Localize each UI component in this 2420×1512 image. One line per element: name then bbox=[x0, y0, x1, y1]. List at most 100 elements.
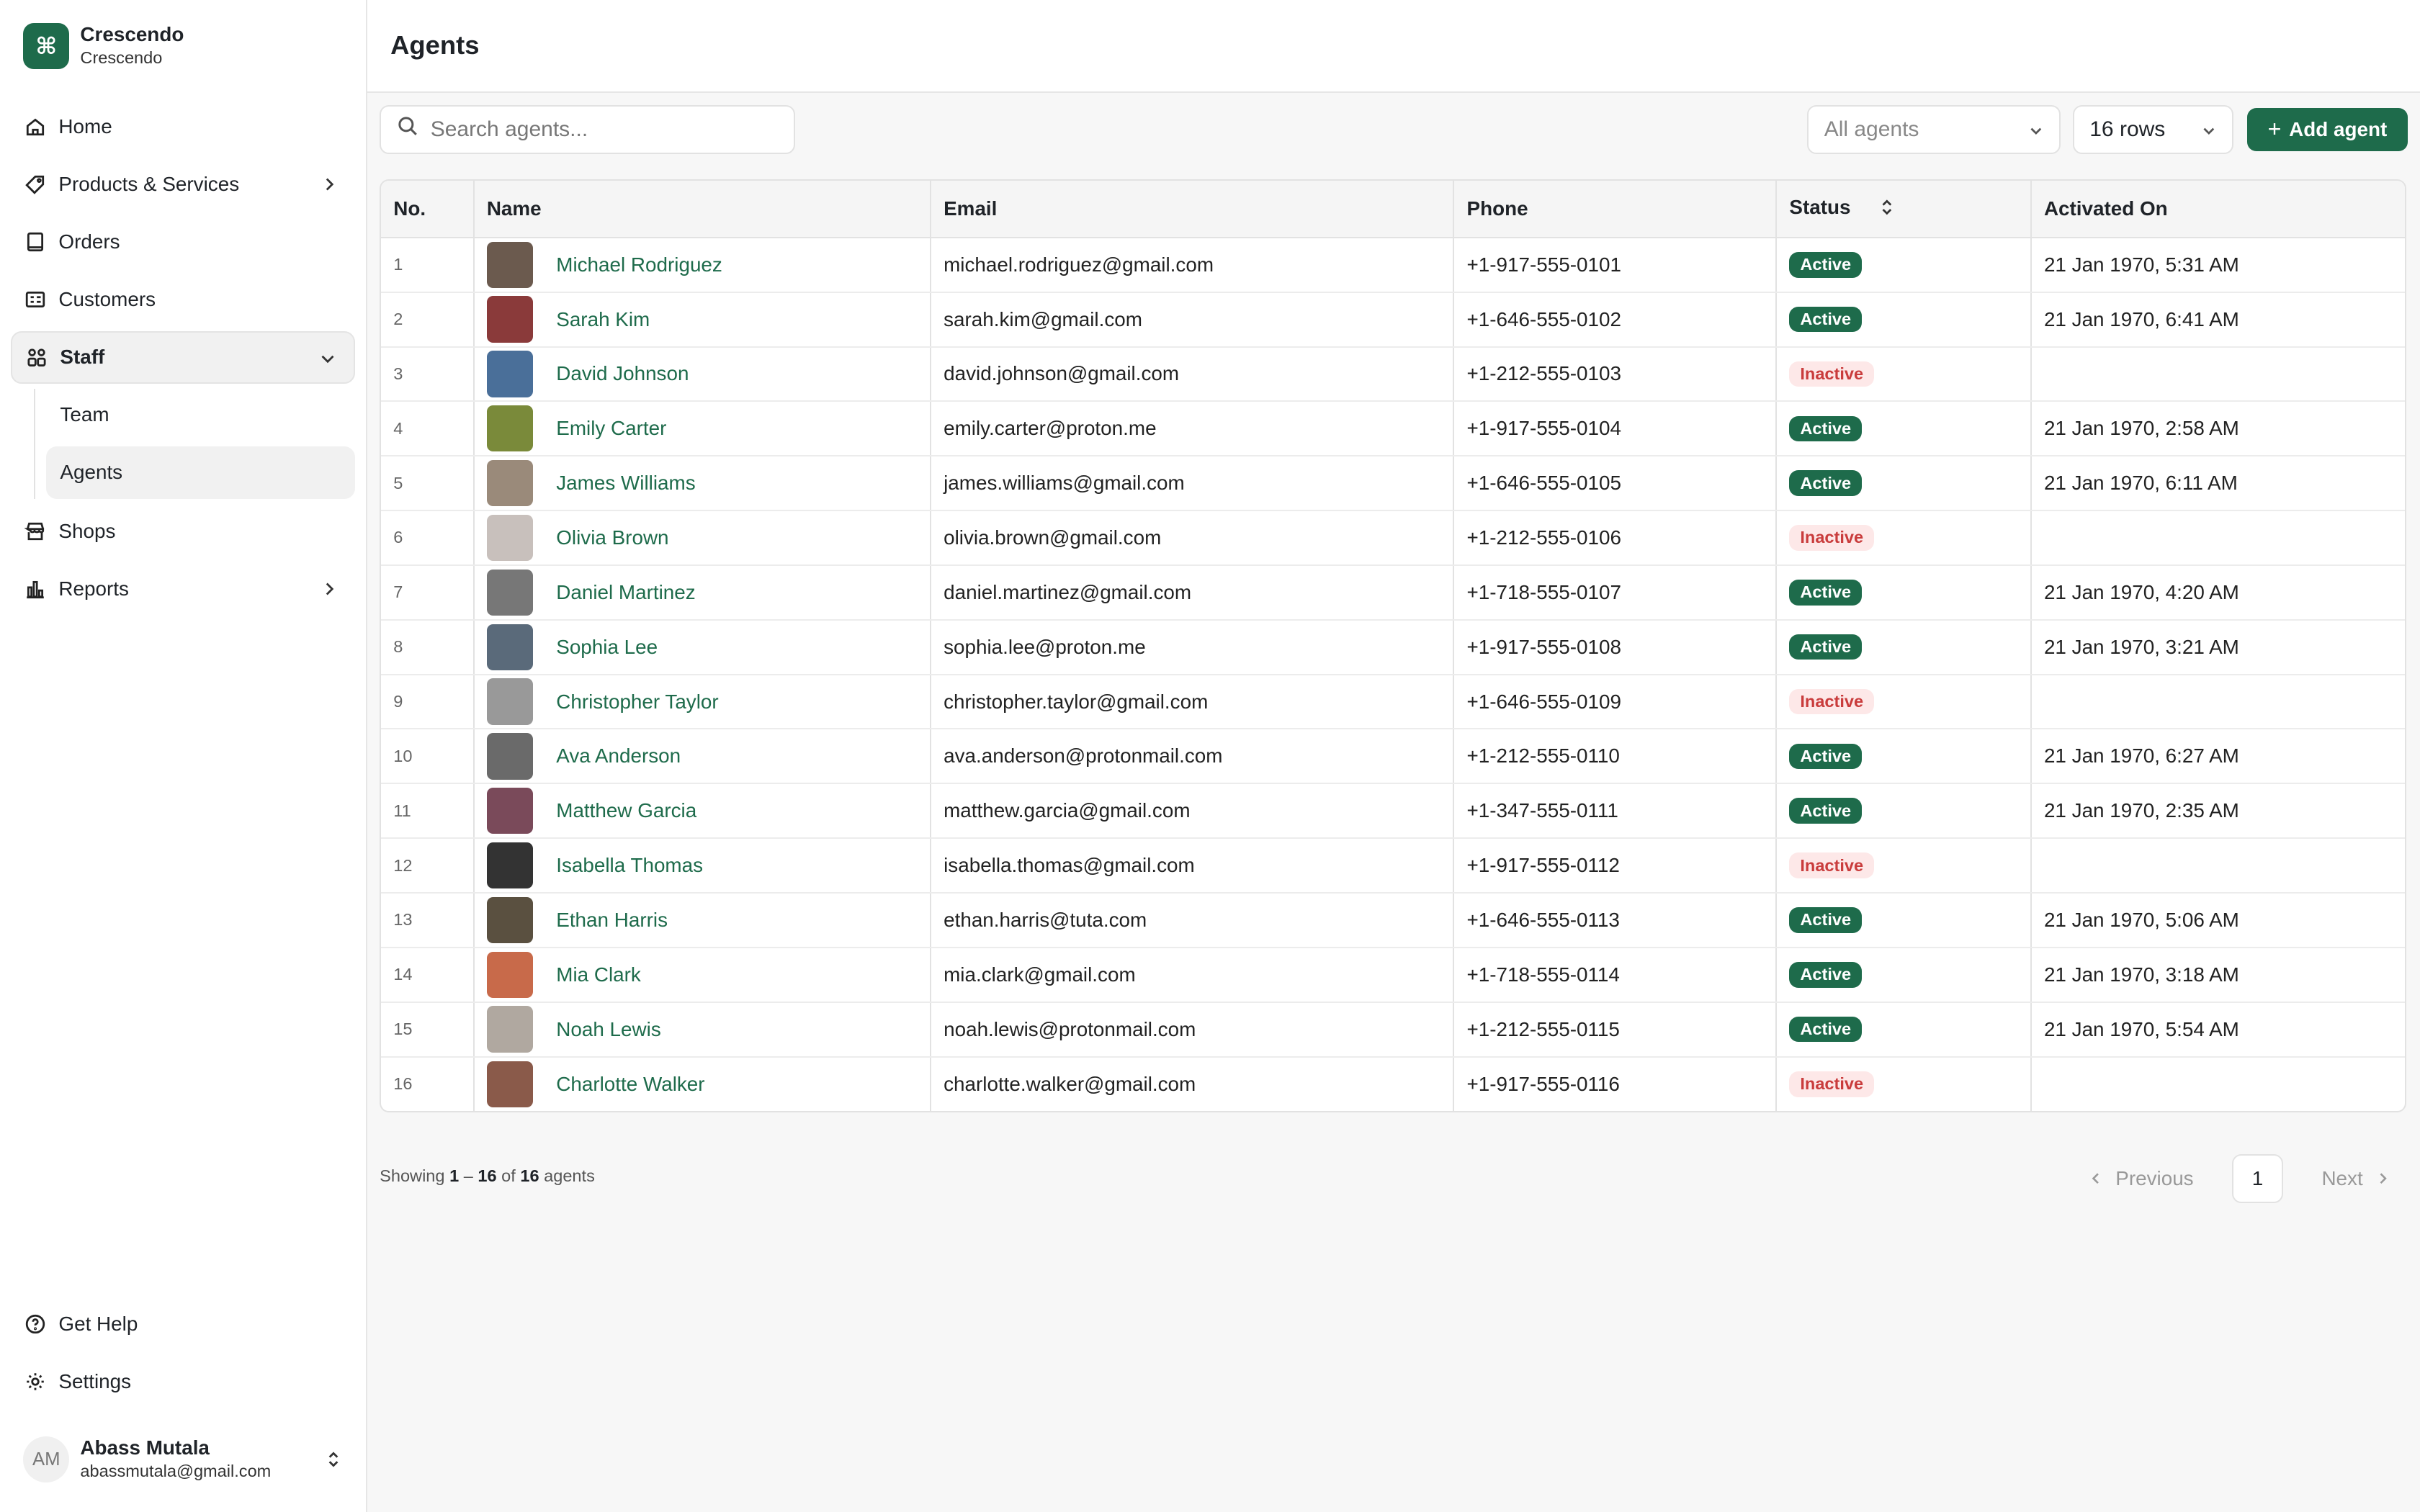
user-menu[interactable]: AM Abass Mutala abassmutala@gmail.com bbox=[23, 1436, 347, 1483]
page-header: Agents bbox=[367, 0, 2420, 93]
table-row[interactable]: 10 Ava Anderson ava.anderson@protonmail.co… bbox=[381, 729, 2405, 785]
brand[interactable]: ⌘ Crescendo Crescendo bbox=[0, 0, 366, 93]
table-row[interactable]: 7 Daniel Martinez daniel.martinez@gmail.co… bbox=[381, 564, 2405, 621]
agent-name-link[interactable]: Noah Lewis bbox=[556, 1018, 661, 1041]
table-row[interactable]: 8 Sophia Lee sophia.lee@proton.me +1-917-55… bbox=[381, 619, 2405, 675]
help-circle-icon bbox=[24, 1313, 46, 1335]
rows-per-page-select[interactable]: 16 rows bbox=[2072, 104, 2233, 155]
toolbar: All agents 16 rows + Add agent bbox=[380, 104, 2408, 155]
agent-name-link[interactable]: James Williams bbox=[556, 472, 695, 495]
previous-page-button[interactable]: Previous bbox=[2088, 1167, 2194, 1190]
name-cell: Olivia Brown bbox=[473, 510, 931, 566]
table-row[interactable]: 4 Emily Carter emily.carter@proton.me +1-91… bbox=[381, 401, 2405, 457]
sidebar-item-settings[interactable]: Settings bbox=[11, 1355, 355, 1408]
table-row[interactable]: 13 Ethan Harris ethan.harris@tuta.com +1-64… bbox=[381, 892, 2405, 948]
email-cell: emily.carter@proton.me bbox=[930, 401, 1455, 457]
status-cell: Inactive bbox=[1776, 674, 2032, 730]
chevron-down-icon bbox=[2027, 122, 2045, 146]
agent-name-link[interactable]: Olivia Brown bbox=[556, 526, 668, 549]
add-agent-label: Add agent bbox=[2289, 117, 2388, 140]
sidebar-item-team[interactable]: Team bbox=[46, 389, 355, 441]
sidebar-item-label: Team bbox=[60, 403, 109, 426]
plus-icon: + bbox=[2267, 116, 2282, 143]
activated-cell: 21 Jan 1970, 3:18 AM bbox=[2030, 947, 2405, 1003]
agent-name-link[interactable]: Christopher Taylor bbox=[556, 690, 718, 714]
status-badge: Inactive bbox=[1789, 852, 1875, 878]
sidebar-item-shops[interactable]: Shops bbox=[11, 505, 355, 557]
table-row[interactable]: 12 Isabella Thomas isabella.thomas@gmail.c… bbox=[381, 838, 2405, 894]
email-cell: matthew.garcia@gmail.com bbox=[930, 783, 1455, 840]
add-agent-button[interactable]: + Add agent bbox=[2247, 107, 2408, 151]
phone-cell: +1-212-555-0115 bbox=[1453, 1002, 1778, 1058]
agent-name-link[interactable]: Isabella Thomas bbox=[556, 854, 703, 877]
table-row[interactable]: 15 Noah Lewis noah.lewis@protonmail.com +1-… bbox=[381, 1002, 2405, 1058]
column-header-activated[interactable]: Activated On bbox=[2030, 180, 2405, 238]
chevrons-up-down-icon bbox=[323, 1449, 344, 1477]
sidebar: ⌘ Crescendo Crescendo Home Products & Se… bbox=[0, 0, 367, 1512]
table-row[interactable]: 3 David Johnson david.johnson@gmail.com +1-… bbox=[381, 346, 2405, 402]
receipt-icon bbox=[24, 231, 46, 253]
sidebar-item-products[interactable]: Products & Services bbox=[11, 158, 355, 210]
agent-name-link[interactable]: Ethan Harris bbox=[556, 909, 668, 932]
column-header-email[interactable]: Email bbox=[930, 180, 1455, 238]
agent-name-link[interactable]: Charlotte Walker bbox=[556, 1073, 704, 1096]
sidebar-item-customers[interactable]: Customers bbox=[11, 274, 355, 326]
table-row[interactable]: 14 Mia Clark mia.clark@gmail.com +1-718-555… bbox=[381, 947, 2405, 1003]
showing-of: of bbox=[501, 1166, 516, 1185]
table-row[interactable]: 9 Christopher Taylor christopher.taylor@gm… bbox=[381, 674, 2405, 730]
column-header-phone[interactable]: Phone bbox=[1453, 180, 1778, 238]
table-row[interactable]: 11 Matthew Garcia matthew.garcia@gmail.com… bbox=[381, 783, 2405, 840]
sidebar-item-reports[interactable]: Reports bbox=[11, 563, 355, 616]
sidebar-item-staff[interactable]: Staff bbox=[11, 330, 355, 384]
previous-label: Previous bbox=[2115, 1167, 2194, 1190]
staff-subnav: Team Agents bbox=[34, 388, 355, 499]
sidebar-item-home[interactable]: Home bbox=[11, 100, 355, 153]
agent-filter-select[interactable]: All agents bbox=[1807, 104, 2061, 155]
activated-cell: 21 Jan 1970, 5:06 AM bbox=[2030, 892, 2405, 948]
store-icon bbox=[24, 521, 46, 542]
email-cell: sarah.kim@gmail.com bbox=[930, 292, 1455, 348]
agent-name-link[interactable]: Sarah Kim bbox=[556, 308, 650, 331]
sidebar-item-help[interactable]: Get Help bbox=[11, 1297, 355, 1350]
chevron-left-icon bbox=[2088, 1171, 2103, 1186]
status-cell: Active bbox=[1776, 401, 2032, 457]
next-page-button[interactable]: Next bbox=[2321, 1167, 2390, 1190]
page-number-button[interactable]: 1 bbox=[2232, 1153, 2283, 1204]
email-cell: michael.rodriguez@gmail.com bbox=[930, 237, 1455, 293]
phone-cell: +1-212-555-0106 bbox=[1453, 510, 1778, 566]
status-badge: Active bbox=[1789, 907, 1863, 933]
status-badge: Active bbox=[1789, 580, 1863, 606]
table-row[interactable]: 1 Michael Rodriguez michael.rodriguez@gmai… bbox=[381, 237, 2405, 293]
agent-name-link[interactable]: Ava Anderson bbox=[556, 744, 681, 768]
column-header-status[interactable]: Status bbox=[1776, 180, 2032, 238]
activated-cell bbox=[2030, 510, 2405, 566]
agent-name-link[interactable]: David Johnson bbox=[556, 362, 689, 385]
agent-name-link[interactable]: Sophia Lee bbox=[556, 636, 658, 659]
home-icon bbox=[24, 116, 46, 138]
column-header-no[interactable]: No. bbox=[381, 180, 475, 238]
agent-name-link[interactable]: Matthew Garcia bbox=[556, 799, 696, 822]
email-cell: noah.lewis@protonmail.com bbox=[930, 1002, 1455, 1058]
agent-name-link[interactable]: Michael Rodriguez bbox=[556, 253, 722, 276]
table-row[interactable]: 6 Olivia Brown olivia.brown@gmail.com +1-21… bbox=[381, 510, 2405, 566]
activated-cell: 21 Jan 1970, 2:35 AM bbox=[2030, 783, 2405, 840]
status-cell: Active bbox=[1776, 783, 2032, 840]
sort-icon[interactable] bbox=[1878, 198, 1896, 222]
activated-cell: 21 Jan 1970, 5:31 AM bbox=[2030, 237, 2405, 293]
sidebar-item-agents[interactable]: Agents bbox=[46, 446, 355, 499]
table-row[interactable]: 2 Sarah Kim sarah.kim@gmail.com +1-646-555-… bbox=[381, 292, 2405, 348]
agent-name-link[interactable]: Mia Clark bbox=[556, 963, 641, 986]
search-input[interactable] bbox=[430, 117, 771, 142]
table-row[interactable]: 5 James Williams james.williams@gmail.com +… bbox=[381, 456, 2405, 512]
agent-name-link[interactable]: Emily Carter bbox=[556, 417, 666, 440]
activated-cell: 21 Jan 1970, 6:41 AM bbox=[2030, 292, 2405, 348]
agent-name-link[interactable]: Daniel Martinez bbox=[556, 581, 695, 604]
sidebar-item-orders[interactable]: Orders bbox=[11, 216, 355, 269]
column-header-name[interactable]: Name bbox=[473, 180, 931, 238]
search-icon bbox=[397, 115, 418, 143]
sidebar-item-label: Reports bbox=[58, 577, 129, 600]
email-cell: sophia.lee@proton.me bbox=[930, 619, 1455, 675]
table-row[interactable]: 16 Charlotte Walker charlotte.walker@gmail… bbox=[381, 1056, 2405, 1112]
search-box[interactable] bbox=[380, 104, 795, 155]
total-count: 16 bbox=[520, 1166, 539, 1185]
